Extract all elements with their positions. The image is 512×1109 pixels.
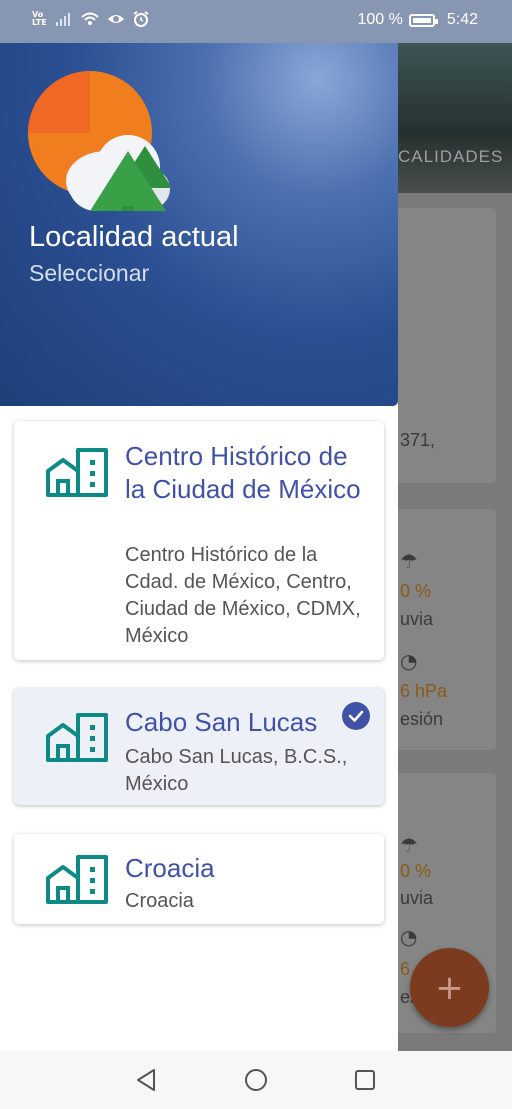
location-card-croacia[interactable]: Croacia Croacia — [14, 834, 384, 924]
battery-icon — [408, 13, 438, 27]
clock: 5:42 — [446, 11, 478, 28]
building-icon — [46, 448, 108, 497]
background-hero-image — [398, 43, 512, 193]
rain-value: 0 % — [400, 581, 432, 601]
location-name: Croacia — [125, 853, 215, 883]
rain-label: uvia — [400, 888, 434, 908]
background-app: CALIDADES 371, ☂ 0 % uvia ◔ 6 hPa esión … — [398, 43, 512, 1051]
gauge-icon: ◔ — [400, 925, 418, 949]
building-icon — [46, 713, 108, 762]
current-location-title: Localidad actual — [29, 221, 239, 253]
status-right: 100 % 5:42 — [357, 11, 478, 29]
location-address: Centro Histórico de la Cdad. de México, … — [125, 544, 361, 647]
background-card: 371, — [398, 208, 496, 483]
gauge-icon: ◔ — [400, 649, 418, 673]
app-logo-icon — [28, 71, 172, 211]
location-name: Cabo San Lucas — [125, 707, 318, 737]
background-card: ☂ 0 % uvia ◔ 6 hPa esión — [398, 509, 496, 750]
volte-icon: Vo LTE — [32, 10, 47, 27]
umbrella-icon: ☂ — [400, 833, 418, 857]
background-tab-label: CALIDADES — [398, 147, 504, 166]
status-bar: Vo LTE 100 % 5:42 — [0, 0, 512, 43]
rain-label: uvia — [400, 609, 434, 629]
eye-icon — [107, 15, 124, 23]
wifi-icon — [81, 12, 99, 25]
location-address: Cabo San Lucas, B.C.S., México — [125, 746, 348, 795]
home-icon[interactable] — [243, 1067, 269, 1093]
location-card-cabo-san-lucas[interactable]: Cabo San Lucas Cabo San Lucas, B.C.S., M… — [14, 688, 384, 805]
status-left: Vo LTE — [32, 11, 149, 27]
pressure-value: 6 hPa — [400, 681, 448, 701]
location-name: Centro Histórico de la Ciudad de México — [125, 441, 361, 504]
pressure-label: esión — [400, 709, 444, 729]
add-location-fab[interactable]: + — [410, 948, 489, 1027]
pressure-value: 6 — [400, 959, 411, 979]
background-card-text: 371, — [400, 430, 436, 450]
system-nav-bar — [0, 1051, 512, 1109]
signal-icon — [55, 13, 70, 26]
select-location-subtitle: Seleccionar — [29, 260, 150, 286]
location-address: Croacia — [125, 890, 194, 912]
alarm-icon — [133, 11, 149, 27]
umbrella-icon: ☂ — [400, 549, 418, 573]
rain-value: 0 % — [400, 861, 432, 881]
drawer-header[interactable]: Localidad actual Seleccionar — [0, 43, 398, 406]
check-circle-icon — [342, 702, 370, 730]
building-icon — [46, 855, 108, 904]
navigation-drawer: Localidad actual Seleccionar Centro Hist… — [0, 43, 398, 1051]
add-icon: + — [435, 967, 464, 1008]
location-card-centro-historico[interactable]: Centro Histórico de la Ciudad de México … — [14, 421, 384, 660]
battery-percent: 100 % — [357, 11, 403, 28]
back-icon[interactable] — [134, 1067, 160, 1093]
recents-icon[interactable] — [352, 1067, 378, 1093]
